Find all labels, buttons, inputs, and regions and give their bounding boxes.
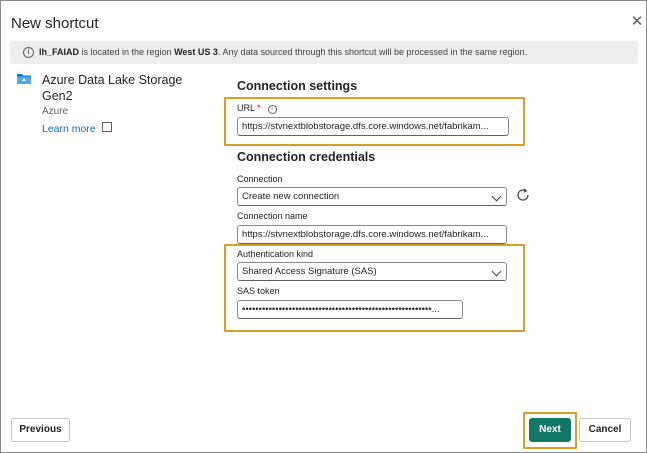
url-highlight-box xyxy=(224,97,525,146)
connection-dropdown[interactable]: Create new connection xyxy=(237,187,507,206)
learn-more-link[interactable]: Learn more xyxy=(42,122,112,135)
azure-data-lake-icon xyxy=(17,74,31,84)
auth-highlight-box xyxy=(224,244,525,332)
info-icon: i xyxy=(23,47,34,58)
external-link-icon xyxy=(101,122,112,132)
next-button[interactable]: Next xyxy=(529,418,571,442)
banner-lakehouse: lh_FAIAD xyxy=(39,47,80,57)
banner-text-2: . Any data sourced through this shortcut… xyxy=(217,47,528,57)
source-type: Azure xyxy=(42,106,69,117)
connection-name-input[interactable]: https://stvnextblobstorage.dfs.core.wind… xyxy=(237,225,507,244)
close-icon[interactable]: ✕ xyxy=(630,14,644,29)
banner-message: lh_FAIAD is located in the region West U… xyxy=(39,47,527,57)
dialog-title: New shortcut xyxy=(11,15,99,32)
previous-button[interactable]: Previous xyxy=(11,418,70,442)
connection-name-label: Connection name xyxy=(237,211,308,221)
connection-credentials-heading: Connection credentials xyxy=(237,150,376,164)
cancel-button[interactable]: Cancel xyxy=(579,418,631,442)
refresh-icon[interactable] xyxy=(515,187,531,203)
learn-more-label: Learn more xyxy=(42,123,96,135)
banner-region: West US 3 xyxy=(174,47,218,57)
connection-label: Connection xyxy=(237,174,283,184)
new-shortcut-dialog: New shortcut ✕ i lh_FAIAD is located in … xyxy=(0,0,647,453)
source-name: Azure Data Lake Storage Gen2 xyxy=(42,73,183,103)
region-info-banner: i lh_FAIAD is located in the region West… xyxy=(10,41,638,64)
connection-value: Create new connection xyxy=(242,191,340,202)
chevron-down-icon xyxy=(491,191,502,202)
connection-settings-heading: Connection settings xyxy=(237,79,358,93)
banner-text-1: is located in the region xyxy=(79,47,175,57)
